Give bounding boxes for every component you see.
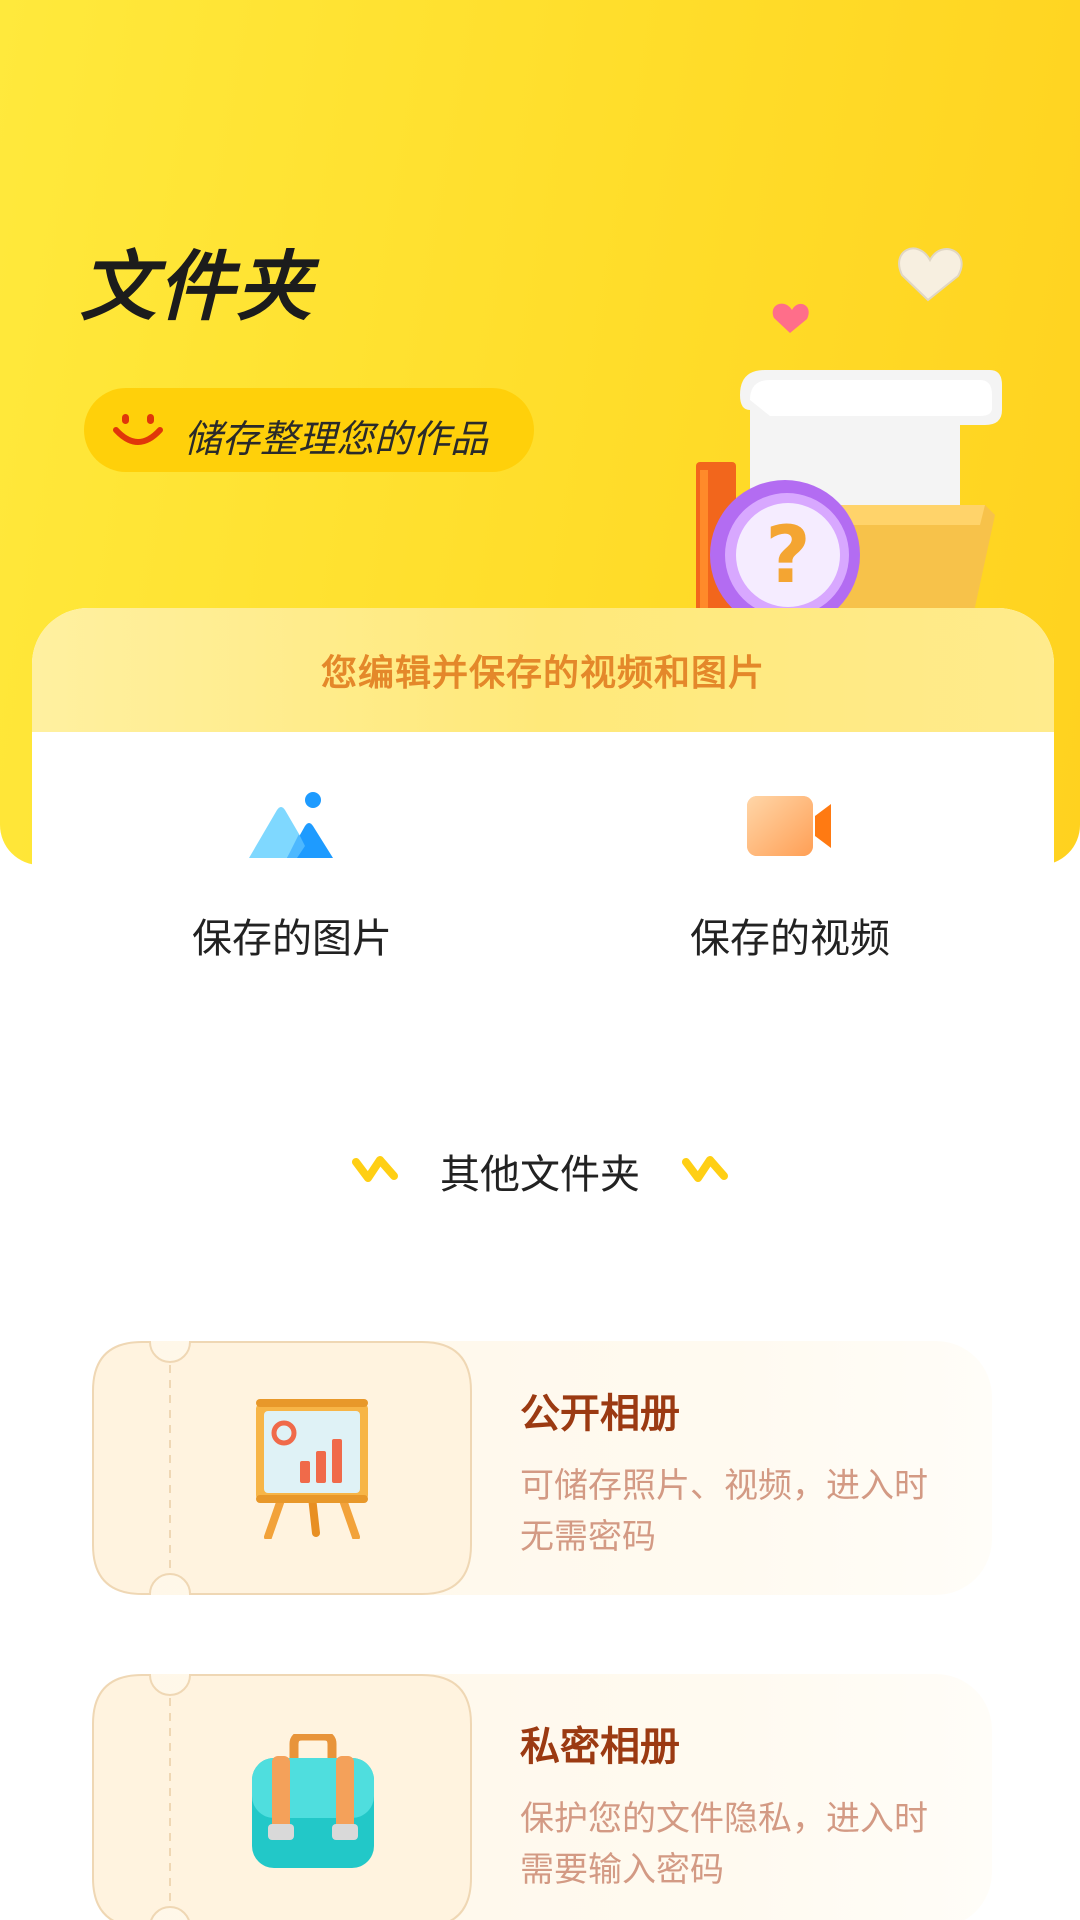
subtitle-text: 储存整理您的作品 xyxy=(184,417,489,461)
public-album-row[interactable]: 公开相册 可储存照片、视频，进入时无需密码 xyxy=(92,1341,992,1595)
svg-text:?: ? xyxy=(765,511,810,601)
folder-illustration: ? xyxy=(696,247,1002,630)
smile-icon xyxy=(113,414,163,445)
saved-images-label: 保存的图片 xyxy=(192,916,392,962)
public-album-description: 可储存照片、视频，进入时无需密码 xyxy=(520,1466,928,1557)
briefcase-icon xyxy=(252,1734,374,1868)
saved-images-tile[interactable]: 保存的图片 xyxy=(92,790,492,964)
private-album-title: 私密相册 xyxy=(520,1724,680,1770)
public-album-title: 公开相册 xyxy=(520,1391,680,1437)
saved-videos-label: 保存的视频 xyxy=(690,916,890,962)
saved-videos-tile[interactable]: 保存的视频 xyxy=(590,790,990,964)
page-title: 文件夹 xyxy=(80,242,314,331)
video-icon xyxy=(747,796,831,856)
other-folders-header: 其他文件夹 xyxy=(0,1138,1080,1202)
presentation-board-icon xyxy=(256,1399,368,1539)
squiggle-right-icon xyxy=(682,1156,728,1182)
private-album-row[interactable]: 私密相册 保护您的文件隐私，进入时需要输入密码 xyxy=(92,1674,992,1920)
private-album-description: 保护您的文件隐私，进入时需要输入密码 xyxy=(520,1799,928,1890)
heart-white-icon xyxy=(898,247,963,302)
heart-pink-icon xyxy=(772,303,809,333)
image-icon xyxy=(249,792,333,858)
other-folders-title: 其他文件夹 xyxy=(440,1152,640,1198)
subtitle-pill: 储存整理您的作品 xyxy=(84,388,534,472)
card-banner-text: 您编辑并保存的视频和图片 xyxy=(320,653,765,694)
card-banner: 您编辑并保存的视频和图片 xyxy=(32,608,1054,732)
